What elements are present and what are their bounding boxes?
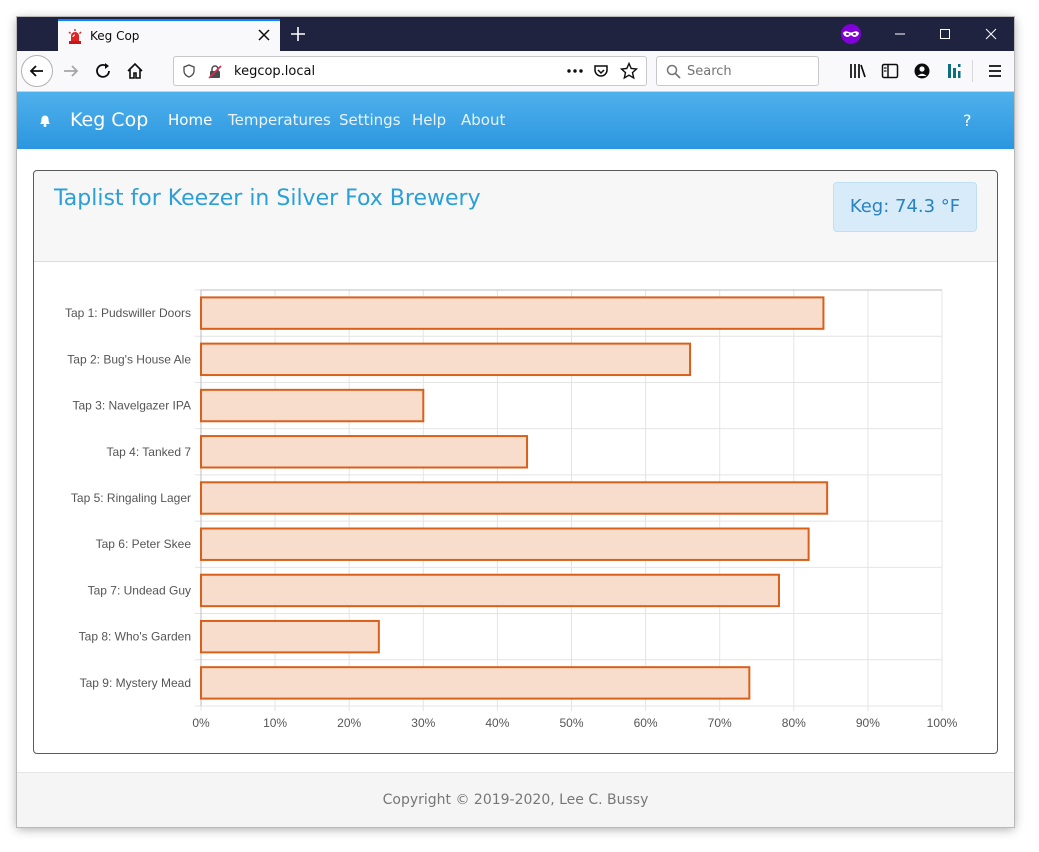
site-navbar: Keg Cop Home Temperatures Settings Help … (17, 92, 1014, 149)
close-tab-icon[interactable] (256, 27, 272, 43)
category-label: Tap 5: Ringaling Lager (71, 491, 191, 505)
browser-window: Keg Cop kegcop.local Search Keg Cop Home… (17, 17, 1014, 827)
search-input[interactable]: Search (687, 64, 732, 79)
back-button[interactable] (21, 55, 53, 87)
category-label: Tap 4: Tanked 7 (106, 445, 191, 459)
search-bar[interactable]: Search (656, 56, 819, 86)
reload-icon[interactable] (93, 61, 113, 81)
x-tick-label: 10% (263, 716, 287, 730)
bar (200, 296, 825, 330)
back-arrow-icon (29, 65, 43, 77)
bar (200, 388, 425, 423)
bell-icon[interactable] (37, 112, 53, 128)
x-tick-label: 0% (192, 716, 210, 730)
keg-temperature-badge: Keg: 74.3 °F (833, 182, 977, 232)
category-label: Tap 1: Pudswiller Doors (65, 306, 191, 320)
tab-title: Keg Cop (90, 29, 140, 43)
hamburger-menu-icon[interactable] (985, 61, 1005, 81)
category-label: Tap 3: Navelgazer IPA (72, 399, 191, 413)
nav-link-home[interactable]: Home (168, 111, 212, 129)
category-label: Tap 9: Mystery Mead (80, 676, 191, 690)
category-label: Tap 8: Who's Garden (79, 630, 191, 644)
nav-link-settings[interactable]: Settings (339, 111, 401, 129)
account-icon[interactable] (912, 61, 932, 81)
shield-icon[interactable] (182, 64, 196, 78)
bar (200, 666, 751, 700)
browser-toolbar: kegcop.local Search (17, 51, 1014, 92)
x-tick-label: 30% (411, 716, 435, 730)
category-label: Tap 7: Undead Guy (88, 583, 191, 597)
taplist-card: Taplist for Keezer in Silver Fox Brewery… (33, 170, 998, 754)
x-tick-label: 100% (927, 716, 958, 730)
taplist-bar-chart: 0% 10% 20% 30% 40% 50% 60% 70% 80% 90% 100% Tap 1: … (65, 289, 958, 730)
category-label: Tap 2: Bug's House Ale (67, 352, 191, 366)
card-header: Taplist for Keezer in Silver Fox Brewery… (34, 171, 997, 262)
taplist-chart: 0% 10% 20% 30% 40% 50% 60% 70% 80% 90% 100% Tap 1: … (34, 263, 997, 753)
sidebar-icon[interactable] (880, 61, 900, 81)
toolbar-separator (972, 60, 973, 82)
help-button[interactable]: ? (963, 111, 972, 130)
x-tick-label: 40% (485, 716, 509, 730)
x-tick-label: 50% (559, 716, 583, 730)
category-label: Tap 6: Peter Skee (96, 537, 192, 551)
bar (200, 619, 380, 654)
nav-link-temperatures[interactable]: Temperatures (228, 111, 331, 129)
bar (200, 481, 829, 515)
bar (200, 342, 692, 377)
address-bar[interactable]: kegcop.local (173, 56, 647, 86)
site-brand[interactable]: Keg Cop (70, 109, 148, 131)
maximize-icon[interactable] (937, 26, 953, 42)
url-text: kegcop.local (234, 64, 316, 79)
page-actions-icon[interactable] (566, 64, 584, 78)
browser-tab-keg-cop[interactable]: Keg Cop (58, 19, 280, 51)
x-tick-label: 80% (782, 716, 806, 730)
minimize-icon[interactable] (892, 26, 908, 42)
extension-icon[interactable] (944, 61, 964, 81)
nav-link-about[interactable]: About (461, 111, 505, 129)
bar (200, 435, 529, 469)
bookmark-star-icon[interactable] (620, 62, 638, 80)
library-icon[interactable] (848, 61, 868, 81)
x-tick-label: 60% (634, 716, 658, 730)
nav-link-help[interactable]: Help (412, 111, 446, 129)
bar (200, 527, 810, 561)
x-tick-label: 20% (337, 716, 361, 730)
tab-strip: Keg Cop (17, 17, 1014, 51)
home-icon[interactable] (125, 61, 145, 81)
site-footer: Copyright © 2019-2020, Lee C. Bussy (17, 772, 1014, 827)
new-tab-icon[interactable] (289, 25, 307, 43)
bar (200, 573, 780, 608)
private-browsing-icon (841, 24, 861, 44)
close-window-icon[interactable] (983, 26, 999, 42)
insecure-lock-icon[interactable] (207, 64, 223, 80)
x-tick-label: 90% (856, 716, 880, 730)
card-title: Taplist for Keezer in Silver Fox Brewery (54, 186, 481, 211)
search-icon (666, 64, 681, 79)
siren-icon (68, 29, 82, 44)
pocket-icon[interactable] (593, 63, 609, 79)
x-tick-label: 70% (708, 716, 732, 730)
forward-arrow-icon[interactable] (61, 61, 81, 81)
